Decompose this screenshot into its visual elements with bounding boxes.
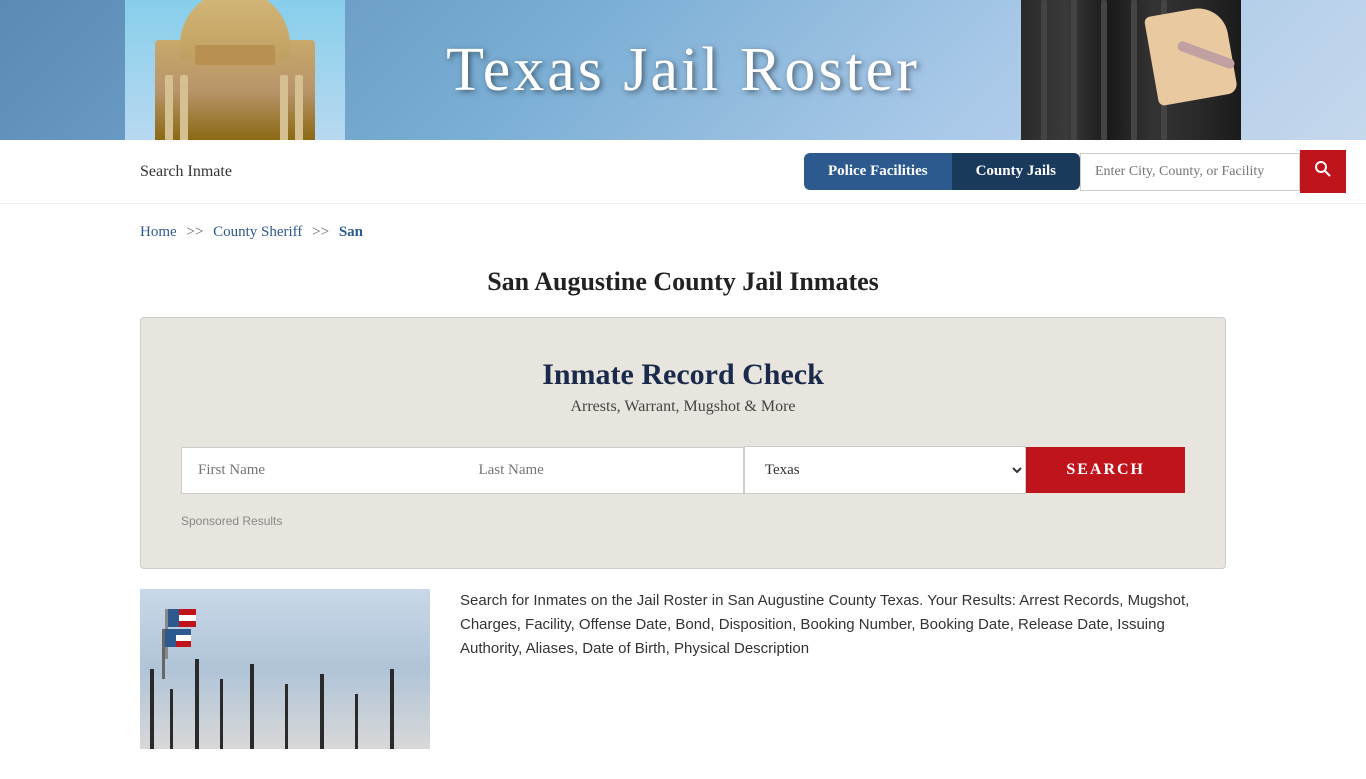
- search-fields: AlabamaAlaskaArizonaArkansasCaliforniaCo…: [181, 446, 1185, 494]
- sponsored-label: Sponsored Results: [181, 514, 1185, 528]
- search-go-button[interactable]: SEARCH: [1026, 447, 1185, 493]
- nav-buttons: Police Facilities County Jails: [804, 150, 1346, 193]
- first-name-input[interactable]: [181, 447, 462, 494]
- jail-image: [1021, 0, 1241, 140]
- police-facilities-button[interactable]: Police Facilities: [804, 153, 952, 190]
- inmate-search-title: Inmate Record Check: [181, 358, 1185, 392]
- site-title: Texas Jail Roster: [446, 35, 920, 106]
- page-title: San Augustine County Jail Inmates: [0, 251, 1366, 317]
- search-inmate-label: Search Inmate: [140, 163, 804, 181]
- bottom-image: [140, 589, 430, 749]
- header-banner: Texas Jail Roster: [0, 0, 1366, 140]
- facility-search-button[interactable]: [1300, 150, 1346, 193]
- last-name-input[interactable]: [462, 447, 743, 494]
- search-icon: [1314, 160, 1332, 178]
- breadcrumb-current: San: [339, 224, 363, 240]
- bottom-description: Search for Inmates on the Jail Roster in…: [460, 589, 1226, 749]
- breadcrumb-county-sheriff[interactable]: County Sheriff: [213, 224, 302, 240]
- county-jails-button[interactable]: County Jails: [952, 153, 1080, 190]
- capitol-building: [125, 0, 345, 140]
- breadcrumb-sep1: >>: [186, 224, 203, 240]
- state-select[interactable]: AlabamaAlaskaArizonaArkansasCaliforniaCo…: [744, 446, 1026, 494]
- bottom-section: Search for Inmates on the Jail Roster in…: [140, 589, 1226, 779]
- facility-search-input[interactable]: [1080, 153, 1300, 191]
- breadcrumb-home[interactable]: Home: [140, 224, 177, 240]
- nav-bar: Search Inmate Police Facilities County J…: [0, 140, 1366, 204]
- breadcrumb-sep2: >>: [312, 224, 329, 240]
- inmate-search-subtitle: Arrests, Warrant, Mugshot & More: [181, 398, 1185, 416]
- breadcrumb: Home >> County Sheriff >> San: [0, 204, 1366, 251]
- inmate-search-box: Inmate Record Check Arrests, Warrant, Mu…: [140, 317, 1226, 569]
